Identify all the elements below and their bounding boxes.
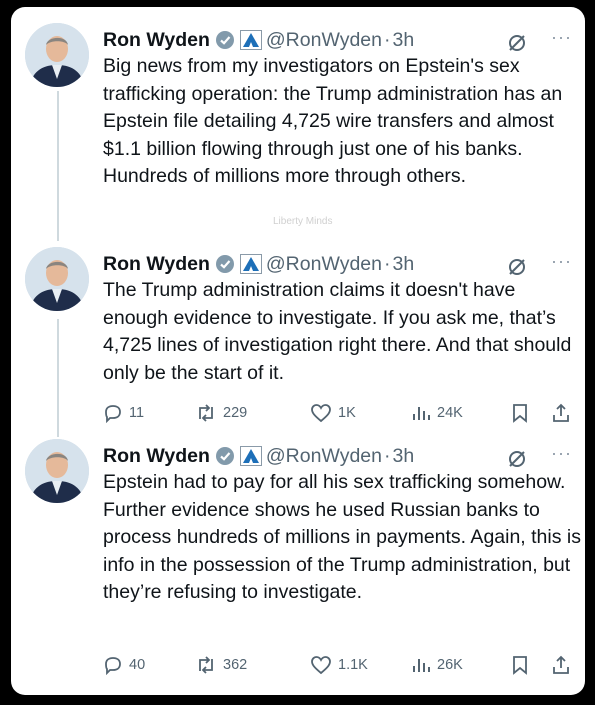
affiliation-badge-icon[interactable] [239,254,262,274]
reply-icon [105,405,121,423]
thread-card: Liberty Minds Ron Wyden @RonWyden · 3h ·… [11,7,585,695]
separator: · [383,28,391,51]
more-icon[interactable]: ··· [551,27,572,48]
views-count: 26K [437,657,463,673]
reply-button[interactable]: 11 [103,403,144,423]
avatar[interactable] [25,247,89,311]
repost-count: 229 [223,405,248,421]
share-icon [553,655,569,674]
like-count: 1K [338,405,356,421]
affiliation-badge-icon[interactable] [239,446,262,466]
reply-button[interactable]: 40 [103,655,145,675]
action-bar: 40 362 1.1K 26K [103,655,573,679]
avatar[interactable] [25,439,89,503]
reply-count: 40 [129,657,146,673]
author-handle[interactable]: @RonWyden [266,29,382,52]
views-count: 24K [437,405,463,421]
author-name[interactable]: Ron Wyden [103,29,210,52]
verified-badge-icon [215,254,235,274]
views-icon [413,407,430,420]
action-bar: 11 229 1K 24K [103,403,573,427]
verified-badge-icon [215,30,235,50]
repost-button[interactable]: 362 [195,655,247,675]
bookmark-button[interactable] [511,403,529,423]
views-button[interactable]: 24K [411,403,463,423]
tweet[interactable]: Ron Wyden @RonWyden · 3h ··· The Trump a… [11,247,585,427]
timestamp[interactable]: 3h [392,29,414,52]
share-button[interactable] [551,655,571,675]
like-count: 1.1K [338,657,368,673]
repost-icon [199,404,213,422]
author-handle[interactable]: @RonWyden [266,253,382,276]
separator: · [383,444,391,467]
like-icon [311,404,331,423]
separator: · [383,252,391,275]
like-icon [311,656,331,675]
bookmark-icon [513,656,527,675]
author-handle[interactable]: @RonWyden [266,445,382,468]
timestamp[interactable]: 3h [392,445,414,468]
verified-badge-icon [215,446,235,466]
affiliation-badge-icon[interactable] [239,30,262,50]
bookmark-button[interactable] [511,655,529,675]
more-icon[interactable]: ··· [551,251,572,272]
tweet-text: The Trump administration claims it doesn… [103,279,572,384]
repost-icon [199,656,213,674]
bookmark-icon [513,404,527,423]
views-button[interactable]: 26K [411,655,463,675]
tweet-text: Epstein had to pay for all his sex traff… [103,471,581,603]
views-icon [413,659,430,672]
repost-count: 362 [223,657,248,673]
tweet[interactable]: Ron Wyden @RonWyden · 3h ··· Big news fr… [11,23,585,223]
like-button[interactable]: 1K [310,403,356,423]
like-button[interactable]: 1.1K [310,655,368,675]
tweet-text: Big news from my investigators on Epstei… [103,55,563,187]
reply-count: 11 [129,405,145,421]
share-icon [553,403,569,422]
tweet[interactable]: Ron Wyden @RonWyden · 3h ··· Epstein had… [11,439,585,679]
repost-button[interactable]: 229 [195,403,247,423]
author-name[interactable]: Ron Wyden [103,445,210,468]
share-button[interactable] [551,403,571,423]
timestamp[interactable]: 3h [392,253,414,276]
author-name[interactable]: Ron Wyden [103,253,210,276]
more-icon[interactable]: ··· [551,443,572,464]
reply-icon [105,657,121,675]
avatar[interactable] [25,23,89,87]
